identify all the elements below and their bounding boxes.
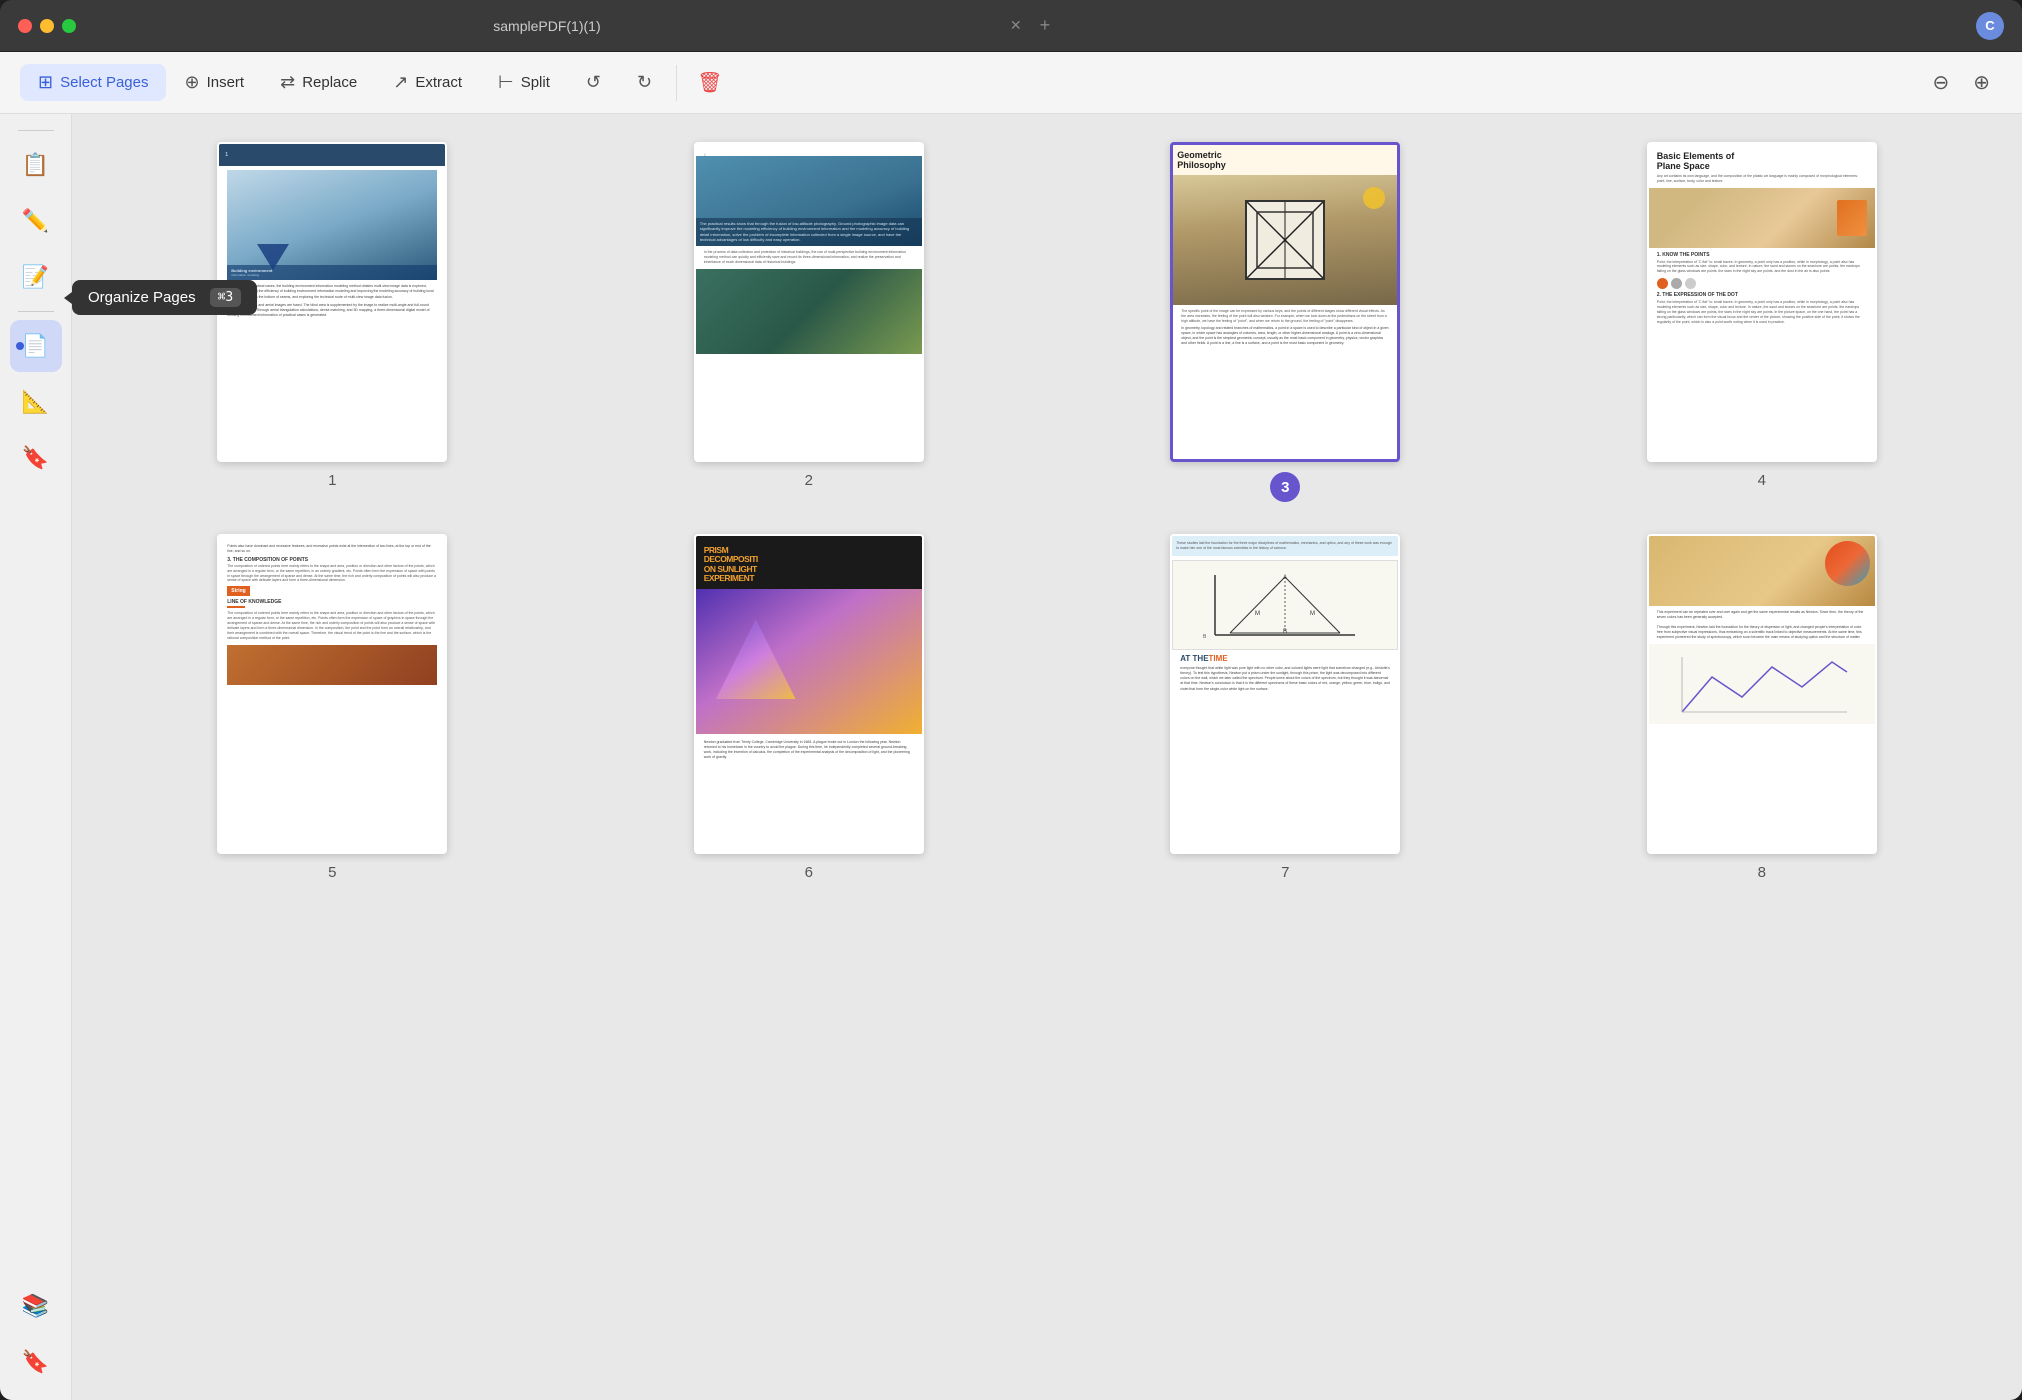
tooltip-shortcut: ⌘3 xyxy=(210,288,242,307)
organize-icon: 📄 xyxy=(22,333,49,359)
titlebar: samplePDF(1)(1) ✕ + C xyxy=(0,0,2022,52)
page-thumb-6[interactable]: PRISMDECOMPOSITION SUNLIGHTEXPERIMENT Ne… xyxy=(694,534,924,854)
toolbar: ⊞ Select Pages ⊕ Insert ⇄ Replace ↗ Extr… xyxy=(0,52,2022,114)
sidebar-item-organize[interactable]: 📄 xyxy=(10,320,62,372)
svg-text:M: M xyxy=(1255,611,1260,617)
page-number-4: 4 xyxy=(1758,472,1766,489)
tooltip: Organize Pages ⌘3 xyxy=(72,280,257,315)
tooltip-label: Organize Pages xyxy=(88,289,196,306)
replace-icon: ⇄ xyxy=(280,72,295,93)
traffic-lights xyxy=(18,19,76,33)
tab-close-icon[interactable]: ✕ xyxy=(1010,17,1022,34)
select-pages-button[interactable]: ⊞ Select Pages xyxy=(20,64,166,101)
tab-add-icon[interactable]: + xyxy=(1040,15,1051,36)
insert-button[interactable]: ⊕ Insert xyxy=(166,64,262,101)
split-label: Split xyxy=(521,74,550,91)
edit-icon: 📝 xyxy=(22,264,49,290)
sidebar-item-pages[interactable]: 📋 xyxy=(10,139,62,191)
zoom-in-button[interactable]: ⊕ xyxy=(1961,62,2002,103)
split-button[interactable]: ⊢ Split xyxy=(480,64,568,101)
extract-label: Extract xyxy=(415,74,462,91)
minimize-button[interactable] xyxy=(40,19,54,33)
replace-label: Replace xyxy=(302,74,357,91)
annotate-icon: ✏️ xyxy=(22,208,49,234)
page-badge-3: 3 xyxy=(1270,472,1300,502)
maximize-button[interactable] xyxy=(62,19,76,33)
sidebar-item-forms[interactable]: 📐 xyxy=(10,376,62,428)
delete-button[interactable]: 🗑 xyxy=(683,62,736,103)
main-layout: 📋 ✏️ 📝 📄 📐 🔖 📚 🔖 xyxy=(0,114,2022,1400)
sidebar-item-stamp[interactable]: 🔖 xyxy=(10,432,62,484)
forms-icon: 📐 xyxy=(22,389,49,415)
page-thumb-3[interactable]: GeometricPhilosophy xyxy=(1170,142,1400,462)
rotate-right-button[interactable]: ↻ xyxy=(619,64,670,101)
page-number-5: 5 xyxy=(328,864,336,881)
page-thumb-4[interactable]: Basic Elements ofPlane Space Any art con… xyxy=(1647,142,1877,462)
page-container-7: These studies laid the foundation for th… xyxy=(1061,534,1510,881)
page-thumb-8[interactable]: This experiment can be repeated over and… xyxy=(1647,534,1877,854)
rotate-right-icon: ↻ xyxy=(637,72,652,93)
pages-icon: 📋 xyxy=(22,152,49,178)
page-container-1: 1 Building environment information model… xyxy=(108,142,557,502)
extract-icon: ↗ xyxy=(393,72,408,93)
bookmark-icon: 🔖 xyxy=(22,1349,49,1375)
sidebar-separator-top xyxy=(18,130,54,131)
page-thumb-2[interactable]: 2 The practical results show that throug… xyxy=(694,142,924,462)
window-title: samplePDF(1)(1) xyxy=(94,18,1000,34)
page-container-6: PRISMDECOMPOSITION SUNLIGHTEXPERIMENT Ne… xyxy=(585,534,1034,881)
sidebar-item-layers[interactable]: 📚 xyxy=(10,1280,62,1332)
insert-icon: ⊕ xyxy=(184,72,199,93)
page-container-5: Points also have dominant and recessive … xyxy=(108,534,557,881)
app-window: samplePDF(1)(1) ✕ + C ⊞ Select Pages ⊕ I… xyxy=(0,0,2022,1400)
page-number-1: 1 xyxy=(328,472,336,489)
page-container-8: This experiment can be repeated over and… xyxy=(1538,534,1987,881)
page-number-8: 8 xyxy=(1758,864,1766,881)
extract-button[interactable]: ↗ Extract xyxy=(375,64,480,101)
sidebar-item-edit[interactable]: 📝 xyxy=(10,251,62,303)
page-thumb-7[interactable]: These studies laid the foundation for th… xyxy=(1170,534,1400,854)
page-number-2: 2 xyxy=(805,472,813,489)
active-indicator xyxy=(16,342,24,350)
rotate-left-icon: ↺ xyxy=(586,72,601,93)
svg-text:B: B xyxy=(1203,634,1207,640)
sidebar-item-annotate[interactable]: ✏️ xyxy=(10,195,62,247)
pages-grid: 1 Building environment information model… xyxy=(108,142,1986,881)
sidebar: 📋 ✏️ 📝 📄 📐 🔖 📚 🔖 xyxy=(0,114,72,1400)
page-container-3: GeometricPhilosophy xyxy=(1061,142,1510,502)
page-thumb-5[interactable]: Points also have dominant and recessive … xyxy=(217,534,447,854)
select-pages-label: Select Pages xyxy=(60,74,148,91)
page-number-7: 7 xyxy=(1281,864,1289,881)
zoom-out-button[interactable]: ⊖ xyxy=(1920,62,1961,103)
page-container-2: 2 The practical results show that throug… xyxy=(585,142,1034,502)
insert-label: Insert xyxy=(207,74,245,91)
layers-icon: 📚 xyxy=(22,1293,49,1319)
page-container-4: Basic Elements ofPlane Space Any art con… xyxy=(1538,142,1987,502)
sidebar-separator-mid xyxy=(18,311,54,312)
close-button[interactable] xyxy=(18,19,32,33)
page-number-6: 6 xyxy=(805,864,813,881)
toolbar-divider xyxy=(676,65,677,101)
select-pages-icon: ⊞ xyxy=(38,72,53,93)
sidebar-item-bookmark[interactable]: 🔖 xyxy=(10,1336,62,1388)
replace-button[interactable]: ⇄ Replace xyxy=(262,64,375,101)
svg-text:M: M xyxy=(1310,611,1315,617)
rotate-left-button[interactable]: ↺ xyxy=(568,64,619,101)
content-area[interactable]: 1 Building environment information model… xyxy=(72,114,2022,1400)
avatar: C xyxy=(1976,12,2004,40)
stamp-icon: 🔖 xyxy=(22,445,49,471)
split-icon: ⊢ xyxy=(498,72,514,93)
